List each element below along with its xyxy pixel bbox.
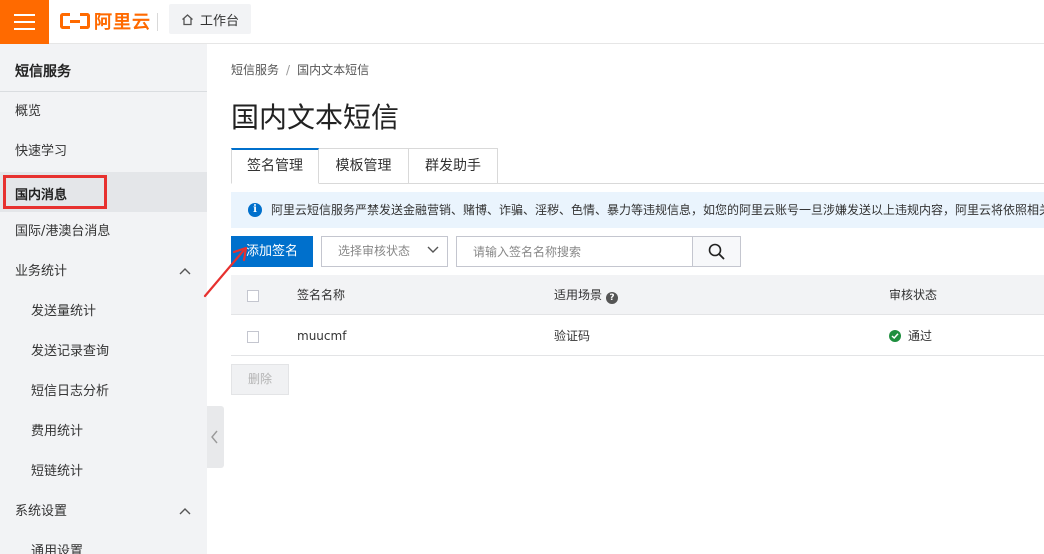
breadcrumb-item-sms-service[interactable]: 短信服务: [231, 63, 279, 77]
row-checkbox[interactable]: [247, 331, 259, 343]
tab-bulk-send-assistant[interactable]: 群发助手: [409, 148, 498, 184]
sidebar-item-label: 发送记录查询: [31, 344, 110, 359]
search-icon: [708, 243, 725, 260]
annotation-highlight-box: [3, 175, 107, 209]
help-icon[interactable]: ?: [606, 292, 619, 304]
sidebar-group-system-settings[interactable]: 系统设置: [0, 492, 207, 532]
info-icon: i: [248, 203, 262, 217]
sidebar-item-label: 业务统计: [15, 264, 68, 279]
tab-bar-underline: [498, 183, 1044, 184]
chevron-down-icon: [427, 246, 439, 253]
breadcrumb-item-current: 国内文本短信: [297, 63, 370, 77]
sidebar: 短信服务 概览 快速学习 国际/港澳台消息 业务统计 发送量统计 发送记录查询 …: [0, 44, 207, 554]
search-button[interactable]: [692, 237, 740, 266]
column-header-scene: 适用场景?: [554, 275, 619, 315]
aliyun-logo[interactable]: 阿里云: [60, 9, 151, 33]
topbar-divider: [157, 13, 158, 31]
sidebar-item-label: 快速学习: [15, 144, 68, 159]
top-bar: 阿里云 工作台: [0, 0, 1044, 44]
chevron-up-icon: [179, 508, 191, 515]
workbench-label: 工作台: [200, 13, 240, 29]
sidebar-item-international-messages[interactable]: 国际/港澳台消息: [0, 212, 207, 252]
sidebar-item-short-link-stats[interactable]: 短链统计: [0, 452, 207, 492]
review-status-select[interactable]: 选择审核状态: [321, 236, 448, 267]
sidebar-item-label: 短链统计: [31, 464, 84, 479]
sidebar-collapse-handle[interactable]: [207, 406, 224, 468]
breadcrumb: 短信服务 / 国内文本短信: [231, 61, 369, 78]
tab-signature-management[interactable]: 签名管理: [231, 148, 319, 184]
sidebar-title: 短信服务: [15, 64, 71, 80]
select-all-checkbox[interactable]: [247, 290, 259, 302]
aliyun-logo-icon: [60, 11, 90, 31]
check-circle-icon: [889, 330, 901, 342]
hamburger-line: [14, 28, 35, 30]
notice-banner: i 阿里云短信服务严禁发送金融营销、赌博、诈骗、淫秽、色情、暴力等违规信息，如您…: [231, 192, 1044, 228]
cell-review-status: 通过: [889, 316, 932, 356]
sidebar-group-business-stats[interactable]: 业务统计: [0, 252, 207, 292]
sidebar-item-label: 短信日志分析: [31, 384, 110, 399]
sidebar-item-cost-stats[interactable]: 费用统计: [0, 412, 207, 452]
sidebar-item-label: 费用统计: [31, 424, 84, 439]
tab-template-management[interactable]: 模板管理: [319, 148, 409, 184]
brand-name: 阿里云: [94, 12, 151, 33]
sidebar-item-general-settings[interactable]: 通用设置: [0, 532, 207, 554]
tab-bar: 签名管理 模板管理 群发助手: [231, 148, 498, 184]
sidebar-item-send-volume-stats[interactable]: 发送量统计: [0, 292, 207, 332]
hamburger-menu-button[interactable]: [0, 0, 49, 44]
column-header-review-status: 审核状态: [889, 288, 938, 302]
sidebar-item-label: 通用设置: [31, 544, 84, 554]
workbench-button[interactable]: 工作台: [169, 4, 251, 34]
status-text: 通过: [908, 329, 933, 343]
sidebar-item-overview[interactable]: 概览: [0, 92, 207, 132]
sidebar-item-label: 概览: [15, 104, 42, 119]
hamburger-line: [14, 14, 35, 16]
delete-button[interactable]: 删除: [231, 364, 289, 395]
sidebar-item-label: 系统设置: [15, 504, 68, 519]
review-status-select-placeholder: 选择审核状态: [338, 244, 411, 258]
sidebar-item-send-record-query[interactable]: 发送记录查询: [0, 332, 207, 372]
notice-text: 阿里云短信服务严禁发送金融营销、赌博、诈骗、淫秽、色情、暴力等违规信息，如您的阿…: [271, 203, 1044, 217]
hamburger-line: [14, 21, 35, 23]
page-title: 国内文本短信: [231, 101, 400, 134]
cell-scene: 验证码: [554, 329, 591, 343]
sidebar-item-quick-learn[interactable]: 快速学习: [0, 132, 207, 172]
home-icon: [182, 13, 193, 25]
column-header-scene-label: 适用场景: [554, 288, 603, 302]
signature-search: [456, 236, 741, 267]
cell-signature-name: muucmf: [297, 329, 347, 343]
signature-search-input[interactable]: [457, 237, 692, 266]
sidebar-item-sms-log-analysis[interactable]: 短信日志分析: [0, 372, 207, 412]
sidebar-item-label: 国际/港澳台消息: [15, 224, 111, 239]
chevron-left-icon: [211, 430, 218, 444]
chevron-up-icon: [179, 268, 191, 275]
table-header: 签名名称 适用场景? 审核状态: [231, 275, 1044, 315]
sidebar-item-label: 发送量统计: [31, 304, 97, 319]
breadcrumb-separator: /: [286, 63, 291, 77]
table-row: muucmf 验证码 通过: [231, 316, 1044, 356]
column-header-signature-name: 签名名称: [297, 288, 346, 302]
